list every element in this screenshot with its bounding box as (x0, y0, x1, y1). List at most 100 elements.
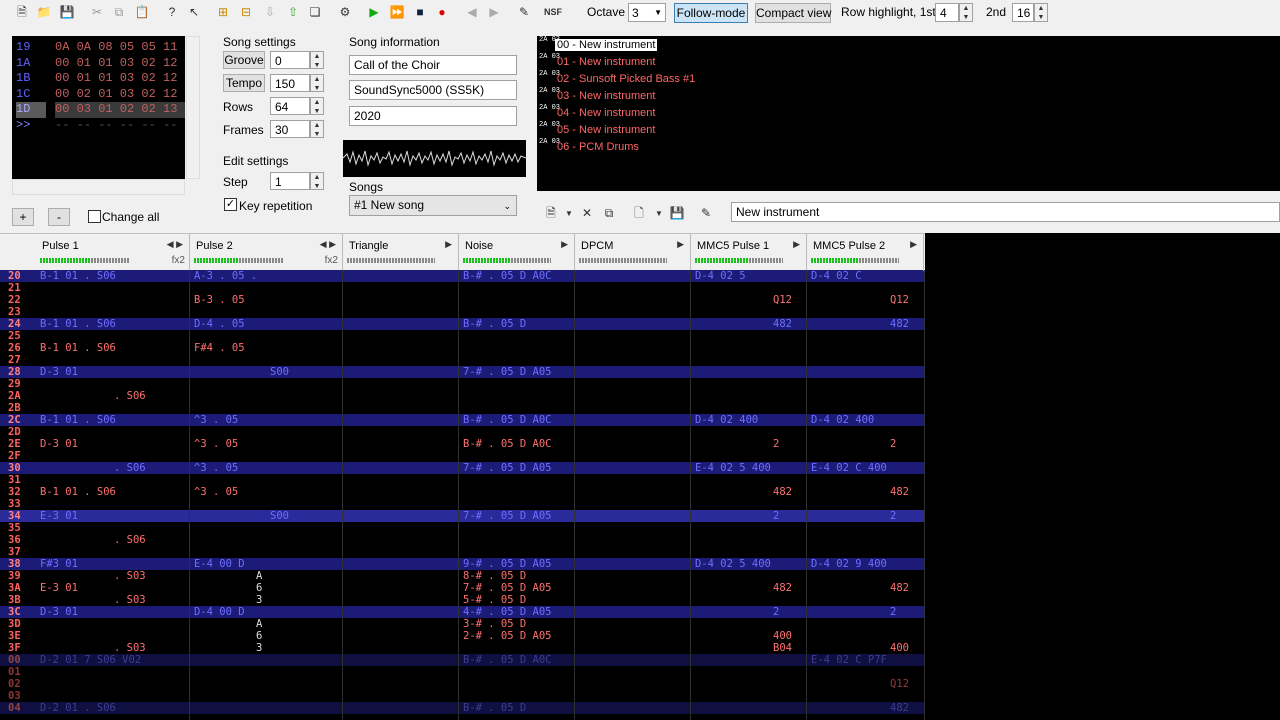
pattern-cell[interactable]: D-3 01 (40, 606, 78, 618)
pattern-cell[interactable]: D-4 00 D (194, 606, 245, 618)
pattern-cell[interactable]: B-# . 05 D A0C (463, 270, 552, 282)
load-instrument-dropdown-icon[interactable]: ▼ (651, 206, 667, 222)
record-icon[interactable]: ● (434, 4, 450, 20)
pattern-cell[interactable]: 7-# . 05 D A05 (463, 366, 552, 378)
pattern-row[interactable]: 32 B-1 01 . S06 ^3 . 05 482 482 (0, 486, 925, 498)
pattern-cell[interactable]: A-3 . 05 . (194, 270, 257, 282)
row-highlight-1st-spinner[interactable]: ▲ ▼ (959, 3, 973, 22)
pattern-cell[interactable]: D-4 02 5 (695, 270, 746, 282)
pattern-cell[interactable]: 482 (890, 702, 909, 714)
frame-row-number[interactable]: 1D (16, 102, 46, 118)
frame-row-values[interactable]: 00 02 01 03 02 12 00 (55, 87, 185, 103)
pattern-row[interactable]: 2E D-3 01 ^3 . 05 B-# . 05 D A0C 2 2 (0, 438, 925, 450)
row-highlight-2nd-field[interactable]: 16 (1012, 3, 1034, 22)
pattern-row[interactable]: 34 E-3 01 S00 7-# . 05 D A05 2 2 (0, 510, 925, 522)
pattern-row[interactable]: 33 (0, 498, 925, 510)
tempo-spinner[interactable]: ▲ ▼ (310, 74, 324, 92)
pattern-cell[interactable]: 2 (890, 606, 896, 618)
frame-list-hscrollbar[interactable] (12, 179, 185, 195)
pattern-cell[interactable]: E-3 01 (40, 510, 78, 522)
cut-icon[interactable]: ✂ (89, 4, 105, 20)
pattern-row[interactable]: 2D (0, 426, 925, 438)
pattern-cell[interactable]: 3 (256, 642, 262, 654)
pattern-cell[interactable]: S00 (270, 366, 289, 378)
frame-row-values[interactable]: 0A 0A 08 05 05 11 11 (55, 40, 185, 56)
pattern-row[interactable]: 3F . S03 3 B04 400 (0, 642, 925, 654)
pattern-cell[interactable]: 7-# . 05 D A05 (463, 582, 552, 594)
frame-row-number[interactable]: 19 (16, 40, 46, 56)
pattern-cell[interactable]: 400 (890, 642, 909, 654)
pattern-row[interactable]: 2A . S06 (0, 390, 925, 402)
insert-frame-icon[interactable]: ⊞ (215, 4, 231, 20)
frame-list-vscrollbar[interactable] (186, 36, 200, 179)
pattern-cell[interactable]: D-4 02 400 (695, 414, 758, 426)
pattern-cell[interactable]: 6 (256, 582, 262, 594)
pattern-row[interactable]: 35 (0, 522, 925, 534)
pattern-cell[interactable]: D-4 . 05 (194, 318, 245, 330)
channel-effect-columns-arrow-icon[interactable]: ▶ (561, 239, 568, 250)
channel-header[interactable]: Triangle ▶ (343, 234, 459, 271)
pattern-cell[interactable]: D-2 01 7 S06 V02 (40, 654, 141, 666)
frame-row-values[interactable]: 00 01 01 03 02 12 00 (55, 56, 185, 72)
new-instrument-dropdown-icon[interactable]: ▼ (561, 206, 577, 222)
pattern-cell[interactable]: E-4 02 C P7F (811, 654, 887, 666)
pattern-cell[interactable]: B-# . 05 D (463, 318, 526, 330)
pattern-row[interactable]: 2B (0, 402, 925, 414)
context-help-icon[interactable]: ↖ (186, 4, 202, 20)
pattern-cell[interactable]: F#4 . 05 (194, 342, 245, 354)
pattern-row[interactable]: 37 (0, 546, 925, 558)
pattern-cell[interactable]: B-1 01 . S06 (40, 486, 116, 498)
remove-frame-button[interactable]: - (48, 208, 70, 226)
previous-track-icon[interactable]: ◀ (464, 4, 480, 20)
load-instrument-icon[interactable]: 🗋 (631, 205, 647, 221)
pattern-editor[interactable]: 20 B-1 01 . S06 A-3 . 05 . B-# . 05 D A0C D-… (0, 233, 1280, 720)
next-track-icon[interactable]: ▶ (486, 4, 502, 20)
open-file-icon[interactable]: 📁 (36, 4, 52, 20)
pattern-cell[interactable]: B-1 01 . S06 (40, 414, 116, 426)
instrument-list[interactable]: 2A 03 00 - New instrument 2A 03 01 - New in… (537, 36, 1280, 191)
pattern-cell[interactable]: B-# . 05 D A0C (463, 654, 552, 666)
new-file-icon[interactable]: 🗎 (14, 4, 30, 20)
channel-header[interactable]: MMC5 Pulse 1 ▶ (691, 234, 807, 271)
pattern-cell[interactable]: B-# . 05 D A0C (463, 438, 552, 450)
pattern-cell[interactable]: 6 (256, 630, 262, 642)
frame-row-number[interactable]: 1B (16, 71, 46, 87)
pattern-cell[interactable]: E-4 00 D (194, 558, 245, 570)
row-highlight-1st-field[interactable]: 4 (935, 3, 959, 22)
channel-header[interactable]: Pulse 1 ◀ ▶ fx2 (36, 234, 190, 271)
pattern-cell[interactable]: . S06 (114, 534, 146, 546)
octave-select[interactable]: 3 ▼ (628, 3, 666, 22)
channel-effect-columns-arrow-icon[interactable]: ▶ (793, 239, 800, 250)
pattern-row[interactable]: 03 (0, 690, 925, 702)
pattern-cell[interactable]: 2 (890, 510, 896, 522)
remove-instrument-icon[interactable]: ✕ (579, 205, 595, 221)
pattern-cell[interactable]: ^3 . 05 (194, 462, 238, 474)
pattern-cell[interactable]: ^3 . 05 (194, 414, 238, 426)
pattern-row[interactable]: 3C D-3 01 D-4 00 D 4-# . 05 D A05 2 2 (0, 606, 925, 618)
pattern-cell[interactable]: B04 (773, 642, 792, 654)
pattern-cell[interactable]: 482 (890, 582, 909, 594)
key-repetition-checkbox[interactable]: ✓ (224, 198, 237, 211)
clone-instrument-icon[interactable]: ⧉ (601, 205, 617, 221)
pattern-cell[interactable]: E-3 01 (40, 582, 78, 594)
pattern-cell[interactable]: 3 (256, 594, 262, 606)
move-frame-up-icon[interactable]: ⇧ (285, 4, 301, 20)
instrument-name-field[interactable]: New instrument (731, 202, 1280, 222)
pattern-row[interactable]: 39 . S03 A 8-# . 05 D (0, 570, 925, 582)
pattern-cell[interactable]: 2 (773, 510, 779, 522)
save-instrument-icon[interactable]: 💾 (669, 205, 685, 221)
pattern-cell[interactable]: 482 (773, 486, 792, 498)
pattern-cell[interactable]: 8-# . 05 D (463, 570, 526, 582)
pattern-row[interactable]: 3E 6 2-# . 05 D A05 400 (0, 630, 925, 642)
save-icon[interactable]: 💾 (59, 4, 75, 20)
pattern-row[interactable]: 30 . S06 ^3 . 05 7-# . 05 D A05 E-4 02 5 400… (0, 462, 925, 474)
channel-effect-columns-arrow-icon[interactable]: ▶ (445, 239, 452, 250)
pattern-cell[interactable]: . S03 (114, 570, 146, 582)
pattern-cell[interactable]: 482 (890, 486, 909, 498)
pattern-row[interactable]: 31 (0, 474, 925, 486)
pattern-cell[interactable]: . S03 (114, 594, 146, 606)
channel-effect-columns-arrow-icon[interactable]: ▶ (910, 239, 917, 250)
pattern-cell[interactable]: Q12 (773, 294, 792, 306)
pattern-cell[interactable]: 7-# . 05 D A05 (463, 510, 552, 522)
pattern-cell[interactable]: E-4 02 5 400 (695, 462, 771, 474)
